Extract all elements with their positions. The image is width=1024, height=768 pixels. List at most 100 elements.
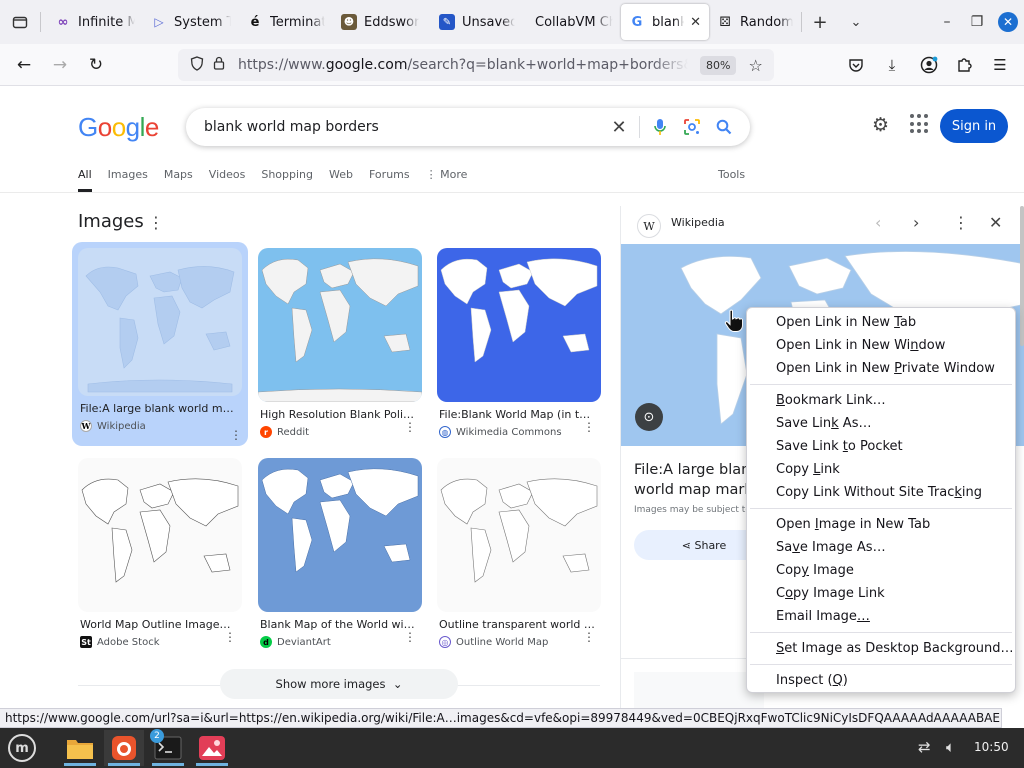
menu-inspect[interactable]: Inspect (Q) xyxy=(747,669,1015,692)
menu-bookmark-link[interactable]: Bookmark Link… xyxy=(747,389,1015,412)
menu-open-link-new-window[interactable]: Open Link in New Window xyxy=(747,334,1015,357)
extensions-button[interactable] xyxy=(950,52,978,78)
clear-search-icon[interactable]: ✕ xyxy=(603,117,635,138)
image-result-6[interactable]: Outline transparent world ma... ◎ Outline… xyxy=(437,458,601,648)
result-options-icon[interactable]: ⋮ xyxy=(230,428,242,442)
image-result-1[interactable]: File:A large blank world map ... W Wikipe… xyxy=(72,242,248,446)
tab-list-button[interactable] xyxy=(0,0,40,44)
filter-forums[interactable]: Forums xyxy=(369,168,410,192)
result-options-icon[interactable]: ⋮ xyxy=(583,420,595,434)
app-menu-button[interactable]: ☰ xyxy=(986,52,1014,78)
menu-copy-image-link[interactable]: Copy Image Link xyxy=(747,582,1015,605)
result-thumbnail[interactable] xyxy=(437,458,601,612)
result-thumbnail[interactable] xyxy=(437,248,601,402)
menu-copy-image[interactable]: Copy Image xyxy=(747,559,1015,582)
result-source[interactable]: r Reddit xyxy=(258,426,422,438)
close-preview-icon[interactable]: ✕ xyxy=(989,213,1002,232)
close-tab-icon[interactable]: ✕ xyxy=(690,15,701,30)
menu-set-desktop-background[interactable]: Set Image as Desktop Background… xyxy=(747,637,1015,660)
more-options-icon[interactable]: ⋮ xyxy=(953,213,969,232)
filter-shopping[interactable]: Shopping xyxy=(261,168,313,192)
back-button[interactable]: ← xyxy=(6,49,42,81)
downloads-button[interactable]: ⤓ xyxy=(878,52,906,78)
search-icon[interactable] xyxy=(708,119,740,135)
result-thumbnail[interactable] xyxy=(258,458,422,612)
lens-search-button[interactable]: ⊙ xyxy=(635,403,663,431)
menu-copy-link[interactable]: Copy Link xyxy=(747,458,1015,481)
next-image-icon[interactable]: › xyxy=(913,213,919,232)
page-scrollbar[interactable] xyxy=(1020,206,1024,346)
result-thumbnail[interactable] xyxy=(258,248,422,402)
result-thumbnail[interactable] xyxy=(78,248,242,396)
image-result-5[interactable]: Blank Map of the World witho... d Deviant… xyxy=(258,458,422,648)
menu-copy-link-without-tracking[interactable]: Copy Link Without Site Tracking xyxy=(747,481,1015,504)
settings-gear-icon[interactable]: ⚙ xyxy=(872,114,889,136)
result-options-icon[interactable]: ⋮ xyxy=(224,630,236,644)
zoom-level-badge[interactable]: 80% xyxy=(700,55,737,75)
close-window-button[interactable]: ✕ xyxy=(998,12,1018,32)
result-caption[interactable]: File:Blank World Map (in the ... xyxy=(437,408,595,421)
result-options-icon[interactable]: ⋮ xyxy=(583,630,595,644)
sign-in-button[interactable]: Sign in xyxy=(940,109,1008,143)
tab-eddsworld[interactable]: ☻ Eddswor xyxy=(333,4,431,40)
result-caption[interactable]: High Resolution Blank Politic... xyxy=(258,408,416,421)
result-source[interactable]: St Adobe Stock xyxy=(78,636,242,648)
menu-open-link-new-tab[interactable]: Open Link in New Tab xyxy=(747,311,1015,334)
filter-images[interactable]: Images xyxy=(108,168,148,192)
section-options-icon[interactable]: ⋮ xyxy=(148,213,164,232)
filter-web[interactable]: Web xyxy=(329,168,353,192)
lock-icon[interactable] xyxy=(208,56,230,74)
new-tab-button[interactable]: + xyxy=(802,4,838,40)
filter-more[interactable]: ⋮ More xyxy=(426,168,468,192)
result-thumbnail[interactable] xyxy=(78,458,242,612)
tab-random[interactable]: ⚄ Random xyxy=(709,4,801,40)
tab-terminat[interactable]: é Terminat xyxy=(239,4,333,40)
minimize-button[interactable]: – xyxy=(932,7,962,37)
tab-system[interactable]: ▷ System T xyxy=(143,4,239,40)
tracking-protection-shield-icon[interactable] xyxy=(186,55,208,75)
filter-maps[interactable]: Maps xyxy=(164,168,193,192)
show-more-images-button[interactable]: Show more images ⌄ xyxy=(220,669,458,699)
forward-button[interactable]: → xyxy=(42,49,78,81)
menu-open-image-new-tab[interactable]: Open Image in New Tab xyxy=(747,513,1015,536)
result-options-icon[interactable]: ⋮ xyxy=(404,630,416,644)
tab-collabvm[interactable]: CollabVM Ch xyxy=(523,4,621,40)
tab-google-active[interactable]: G blank ✕ xyxy=(621,4,709,40)
filter-all[interactable]: All xyxy=(78,168,92,192)
list-all-tabs-button[interactable]: ⌄ xyxy=(838,4,874,40)
tab-unsaved[interactable]: ✎ Unsaved xyxy=(431,4,523,40)
taskbar-firefox[interactable] xyxy=(104,730,144,766)
address-bar[interactable]: https://www.google.com/search?q=blank+wo… xyxy=(178,49,774,81)
preview-source-name[interactable]: Wikipedia xyxy=(671,216,725,229)
previous-image-icon[interactable]: ‹ xyxy=(875,213,881,232)
image-result-4[interactable]: World Map Outline Images – ... St Adobe S… xyxy=(78,458,242,648)
result-caption[interactable]: Outline transparent world ma... xyxy=(437,618,595,631)
bookmark-star-icon[interactable]: ☆ xyxy=(748,56,762,75)
menu-save-link-to-pocket[interactable]: Save Link to Pocket xyxy=(747,435,1015,458)
maximize-button[interactable]: ❐ xyxy=(962,7,992,37)
url-text[interactable]: https://www.google.com/search?q=blank+wo… xyxy=(238,57,688,73)
search-input[interactable]: blank world map borders xyxy=(204,119,603,135)
reload-button[interactable]: ↻ xyxy=(78,49,114,81)
image-result-3[interactable]: File:Blank World Map (in the ... ◍ Wikime… xyxy=(437,248,601,438)
google-lens-icon[interactable] xyxy=(676,118,708,136)
menu-save-link-as[interactable]: Save Link As… xyxy=(747,412,1015,435)
result-source[interactable]: W Wikipedia xyxy=(78,420,242,432)
menu-save-image-as[interactable]: Save Image As… xyxy=(747,536,1015,559)
volume-icon[interactable]: 🔈︎ xyxy=(946,738,955,756)
google-logo[interactable]: Google xyxy=(78,112,159,143)
result-caption[interactable]: File:A large blank world map ... xyxy=(78,402,236,415)
result-caption[interactable]: Blank Map of the World witho... xyxy=(258,618,416,631)
taskbar-files[interactable] xyxy=(60,730,100,766)
google-apps-icon[interactable] xyxy=(910,114,930,134)
filter-videos[interactable]: Videos xyxy=(209,168,246,192)
image-result-2[interactable]: High Resolution Blank Politic... r Reddit… xyxy=(258,248,422,438)
result-caption[interactable]: World Map Outline Images – ... xyxy=(78,618,236,631)
tab-infinite[interactable]: ∞ Infinite M xyxy=(47,4,143,40)
pocket-button[interactable] xyxy=(842,52,870,78)
result-source[interactable]: ◍ Wikimedia Commons xyxy=(437,426,601,438)
result-options-icon[interactable]: ⋮ xyxy=(404,420,416,434)
menu-email-image[interactable]: Email Image… xyxy=(747,605,1015,628)
result-source[interactable]: d DeviantArt xyxy=(258,636,422,648)
voice-search-icon[interactable] xyxy=(644,118,676,136)
